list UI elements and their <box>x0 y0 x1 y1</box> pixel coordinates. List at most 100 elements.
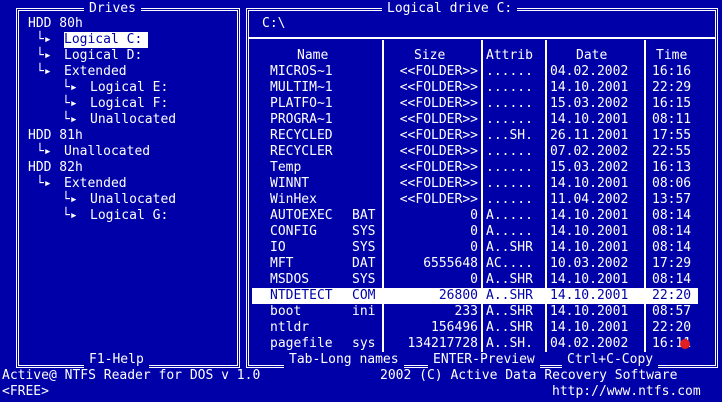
file-attributes: A..SHR <box>486 240 533 255</box>
file-attributes: A..SHR <box>486 320 533 335</box>
file-extension: COM <box>352 288 376 303</box>
file-extension: SYS <box>352 224 376 239</box>
website-url[interactable]: http://www.ntfs.com <box>552 384 701 400</box>
file-time: 22:55 <box>652 144 692 159</box>
copyright-text: 2002 (C) Active Data Recovery Software <box>380 368 678 383</box>
tree-branch-icon: └▸ <box>62 112 86 127</box>
file-row[interactable]: Temp <<FOLDER>>...... 15.03.2002 16:13 <box>252 160 698 176</box>
file-row[interactable]: PROGRA~1 <<FOLDER>>...... 14.10.2001 08:11 <box>252 112 698 128</box>
file-row[interactable]: PLATFO~1 <<FOLDER>>...... 15.03.2002 16:15 <box>252 96 698 112</box>
file-attributes: ...... <box>486 176 533 191</box>
file-row[interactable]: MICROS~1 <<FOLDER>>...... 04.02.2002 16:16 <box>252 64 698 80</box>
file-attributes: ...SH. <box>486 128 533 143</box>
file-size: <<FOLDER>> <box>399 144 478 159</box>
file-time: 08:57 <box>652 304 692 319</box>
tree-node[interactable]: Unallocated <box>90 112 176 128</box>
file-name: AUTOEXEC <box>270 208 333 223</box>
header-divider <box>249 37 715 39</box>
file-date: 04.02.2002 <box>550 336 629 351</box>
file-attributes: ...... <box>486 160 533 175</box>
file-attributes: ...... <box>486 144 533 159</box>
file-attributes: A..SHR <box>486 288 533 303</box>
file-row[interactable]: IO SYS 0 A..SHR 14.10.2001 08:14 <box>252 240 698 256</box>
file-time: 13:57 <box>652 192 692 207</box>
tree-node[interactable]: HDD 80h <box>28 16 83 32</box>
file-name: Temp <box>270 160 302 175</box>
file-row[interactable]: MULTIM~1 <<FOLDER>>...... 14.10.2001 22:29 <box>252 80 698 96</box>
hint-ctrl-c-copy[interactable]: Ctrl+C-Copy <box>562 352 659 368</box>
file-time: 22:29 <box>652 80 692 95</box>
file-size: <<FOLDER>> <box>399 96 478 111</box>
column-header-attrib[interactable]: Attrib <box>486 48 533 64</box>
red-dot-icon <box>680 339 690 349</box>
file-size: <<FOLDER>> <box>399 160 478 175</box>
file-size: 156496 <box>431 320 478 335</box>
tree-node[interactable]: Unallocated <box>64 144 150 160</box>
file-name: WINNT <box>270 176 310 191</box>
files-panel-title: Logical drive C: <box>382 1 518 17</box>
help-hint[interactable]: F1-Help <box>84 352 149 368</box>
tree-node[interactable]: Extended <box>64 176 127 192</box>
tree-branch-icon: └▸ <box>36 32 60 47</box>
file-row[interactable]: MFT DAT 6555648 AC.... 10.03.2002 17:29 <box>252 256 698 272</box>
tree-branch-icon: └▸ <box>36 176 60 191</box>
file-row[interactable]: boot ini 233 A..SHR 14.10.2001 08:57 <box>252 304 698 320</box>
tree-node[interactable]: Logical E: <box>90 80 168 96</box>
file-name: pagefile <box>270 336 333 351</box>
file-size: 26800 <box>438 288 478 303</box>
file-time: 16:16 <box>652 64 692 79</box>
file-date: 26.11.2001 <box>550 128 629 143</box>
file-date: 14.10.2001 <box>550 288 629 303</box>
file-row[interactable]: RECYCLED <<FOLDER>> ...SH. 26.11.2001 17:55 <box>252 128 698 144</box>
file-date: 14.10.2001 <box>550 304 629 319</box>
file-row[interactable]: AUTOEXEC BAT 0 A..... 14.10.2001 08:14 <box>252 208 698 224</box>
file-attributes: A..... <box>486 224 533 239</box>
tree-node[interactable]: Unallocated <box>90 192 176 208</box>
file-size: <<FOLDER>> <box>399 64 478 79</box>
hint-enter-preview[interactable]: ENTER-Preview <box>428 352 540 368</box>
file-size: 0 <box>470 208 478 223</box>
current-path: C:\ <box>262 16 286 31</box>
file-row[interactable]: ntldr 156496 A..SHR 14.10.2001 22:20 <box>252 320 698 336</box>
hint-tab-long-names[interactable]: Tab-Long names <box>284 352 404 368</box>
column-header-size[interactable]: Size <box>414 48 445 64</box>
file-attributes: A..SHR <box>486 304 533 319</box>
file-date: 14.10.2001 <box>550 224 629 239</box>
file-row[interactable]: NTDETECT COM 26800 A..SHR 14.10.2001 22:20 <box>252 288 698 304</box>
tree-node[interactable]: Extended <box>64 64 127 80</box>
column-header-time[interactable]: Time <box>656 48 687 64</box>
file-attributes: ...... <box>486 64 533 79</box>
tree-node[interactable]: Logical C: <box>64 32 149 48</box>
column-header-date[interactable]: Date <box>576 48 607 64</box>
status-bar-line-1: Active@ NTFS Reader for DOS v 1.0 2002 (… <box>0 368 722 384</box>
file-time: 08:14 <box>652 272 692 287</box>
tree-node[interactable]: Logical D: <box>64 48 142 64</box>
tree-node[interactable]: HDD 81h <box>28 128 83 144</box>
tree-node[interactable]: HDD 82h <box>28 160 83 176</box>
file-time: 08:06 <box>652 176 692 191</box>
column-header-name[interactable]: Name <box>297 48 328 64</box>
file-attributes: A..SH. <box>486 336 533 351</box>
file-row[interactable]: RECYCLER <<FOLDER>>...... 07.02.2002 22:55 <box>252 144 698 160</box>
tree-node[interactable]: Logical G: <box>90 208 168 224</box>
file-name: WinHex <box>270 192 317 207</box>
file-time: 22:20 <box>652 288 692 303</box>
file-time: 08:11 <box>652 112 692 127</box>
file-size: 0 <box>470 272 478 287</box>
file-extension: SYS <box>352 240 376 255</box>
file-extension: BAT <box>352 208 376 223</box>
file-name: MICROS~1 <box>270 64 333 79</box>
file-time: 08:14 <box>652 240 692 255</box>
file-row[interactable]: MSDOS SYS 0 A..SHR 14.10.2001 08:14 <box>252 272 698 288</box>
file-row[interactable]: pagefile sys 134217728 A..SH. 04.02.2002 16:1… <box>252 336 698 352</box>
file-date: 14.10.2001 <box>550 272 629 287</box>
file-row[interactable]: WINNT <<FOLDER>>...... 14.10.2001 08:06 <box>252 176 698 192</box>
file-time: 16:15 <box>652 96 692 111</box>
tree-branch-icon: └▸ <box>36 48 60 63</box>
file-row[interactable]: CONFIG SYS 0 A..... 14.10.2001 08:14 <box>252 224 698 240</box>
tree-branch-icon: └▸ <box>62 208 86 223</box>
tree-node[interactable]: Logical F: <box>90 96 168 112</box>
file-name: RECYCLER <box>270 144 333 159</box>
file-row[interactable]: WinHex <<FOLDER>>...... 11.04.2002 13:57 <box>252 192 698 208</box>
file-size: 233 <box>454 304 478 319</box>
